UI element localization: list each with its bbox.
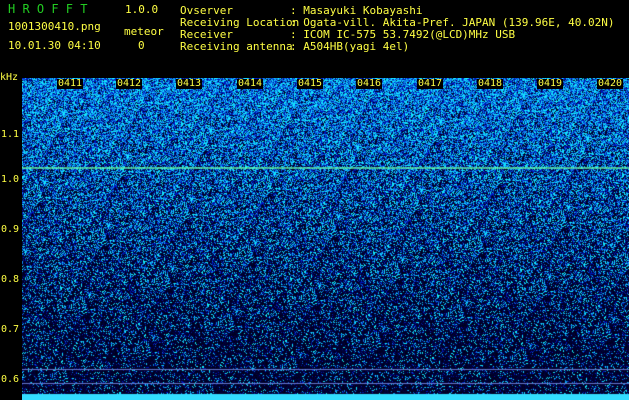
time-label: 0411 (57, 78, 84, 89)
capture-datetime: 10.01.30 04:10 (8, 39, 101, 52)
app-version: 1.0.0 (125, 3, 159, 16)
meteor-label: meteor (124, 25, 164, 38)
tick-label: 0.9 (0, 224, 19, 235)
antenna-label: Receiving antenna (180, 40, 293, 53)
frequency-axis: 1.1 1.0 0.9 0.8 0.7 0.6 (0, 78, 22, 400)
tick-label: 0.7 (0, 324, 19, 335)
time-label: 0420 (597, 78, 624, 89)
tick-label: 0.6 (0, 374, 19, 385)
time-label: 0416 (356, 78, 383, 89)
time-label: 0414 (237, 78, 264, 89)
time-label: 0419 (537, 78, 564, 89)
time-label: 0415 (297, 78, 324, 89)
app-title: H R O F F T (8, 2, 88, 16)
tick-label: 1.0 (0, 174, 19, 185)
spectrogram-waterfall (22, 78, 629, 400)
time-label: 0412 (116, 78, 143, 89)
antenna-value: : A504HB(yagi 4el) (290, 40, 410, 53)
image-filename: 1001300410.png (8, 20, 101, 33)
frequency-unit: kHz (0, 72, 19, 83)
time-label: 0417 (417, 78, 444, 89)
header-panel: H R O F F T 1.0.0 1001300410.png meteor … (0, 0, 629, 78)
meteor-count: 0 (138, 39, 145, 52)
tick-label: 0.8 (0, 274, 19, 285)
time-label: 0413 (176, 78, 203, 89)
tick-label: 1.1 (0, 129, 19, 140)
time-label: 0418 (477, 78, 504, 89)
